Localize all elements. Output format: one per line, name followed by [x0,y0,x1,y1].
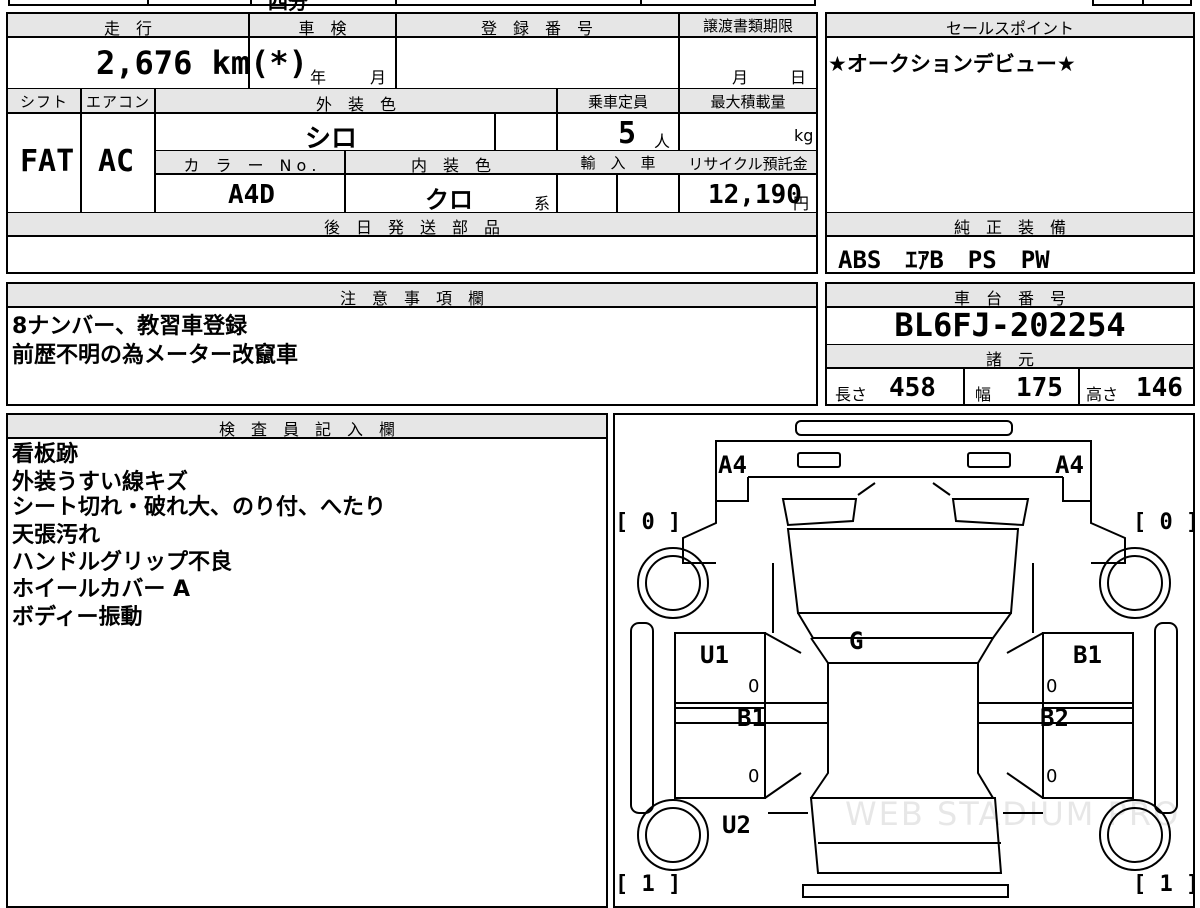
aircon-value: AC [98,144,135,179]
rear-left-wheel-mark: [ 1 ] [615,872,682,897]
capacity-header: 乗車定員 [587,93,648,111]
shift-value: FAT [20,144,75,179]
deadline-day-unit: 日 [790,68,807,87]
capacity-value: 5 [618,116,637,151]
top-strip [8,0,816,6]
interior-color-header: 内 装 色 [410,156,491,175]
notes-header: 注 意 事 項 欄 [339,289,484,308]
inspector-line-3: シート切れ・破れ大、のり付、へたり [12,495,387,520]
later-parts-header: 後 日 発 送 部 品 [323,218,500,237]
front-right-door-mark: B1 [1073,641,1102,669]
genuine-equipment-value: ABS ｴｱB PS PW [838,246,1050,274]
interior-color-suffix: 系 [534,194,551,213]
max-load-header: 最大積載量 [710,93,786,111]
width-label: 幅 [975,385,992,404]
length-label: 長さ [835,385,868,404]
rear-left-door-mark: B1 [737,704,766,732]
color-no-value: A4D [228,180,275,210]
sales-point-value: ★オークションデビュー★ [828,52,1076,76]
width-value: 175 [1016,373,1063,403]
exterior-color-header: 外 装 色 [315,95,396,114]
specs-header: 諸 元 [985,350,1034,369]
inspector-line-1: 看板跡 [12,442,79,467]
inspection-year-unit: 年 [310,68,327,87]
inspector-line-5: ハンドルグリップ不良 [12,550,233,575]
front-right-mark: A4 [1055,451,1084,479]
inspection-header: 車 検 [298,19,347,38]
registration-header: 登 録 番 号 [480,19,593,38]
door-zero-3: 0 [748,766,760,787]
shift-header: シフト [19,93,68,111]
capacity-unit: 人 [654,132,671,151]
chassis-no-value: BL6FJ-202254 [894,306,1126,344]
height-value: 146 [1136,373,1183,403]
front-left-mark: A4 [718,451,747,479]
genuine-equipment-header: 純 正 装 備 [953,218,1066,237]
length-value: 458 [889,373,936,403]
notes-line-1: 8ナンバー、教習車登録 [12,314,248,339]
sales-point-header: セールスポイント [945,19,1074,38]
transfer-deadline-header: 譲渡書類期限 [702,17,793,35]
inspector-line-4: 天張汚れ [12,523,101,548]
inspector-line-7: ボディー振動 [12,605,143,630]
aircon-header: エアコン [85,93,150,111]
mileage-header: 走 行 [103,19,152,38]
mileage-value: 2,676 km(*) [96,44,308,82]
inspection-month-unit: 月 [370,68,387,87]
deadline-month-unit: 月 [732,68,749,87]
door-zero-2: 0 [1046,676,1058,697]
interior-color-value: クロ [425,186,473,214]
windshield-mark: G [849,627,864,655]
recycle-fee-unit: 円 [793,194,810,213]
height-label: 高さ [1086,385,1119,404]
front-left-wheel-mark: [ 0 ] [615,510,682,535]
recycle-fee-header: リサイクル預託金 [688,155,808,173]
inspector-header: 検 査 員 記 入 欄 [218,420,395,439]
door-zero-4: 0 [1046,766,1058,787]
front-left-door-mark: U1 [700,641,729,669]
front-right-wheel-mark: [ 0 ] [1133,510,1200,535]
max-load-unit: kg [794,126,814,145]
rear-right-door-mark: B2 [1040,704,1069,732]
rear-left-quarter-mark: U2 [722,811,751,839]
rear-right-wheel-mark: [ 1 ] [1133,872,1200,897]
inspector-line-6: ホイールカバー A [12,577,191,602]
color-no-header: カ ラ ー N o . [183,156,317,175]
door-zero-1: 0 [748,676,760,697]
notes-line-2: 前歴不明の為メーター改竄車 [12,343,299,368]
import-header: 輸 入 車 [580,154,656,172]
watermark: WEB STADIUM PRO [845,795,1181,833]
recycle-fee-value: 12,190 [708,180,802,210]
